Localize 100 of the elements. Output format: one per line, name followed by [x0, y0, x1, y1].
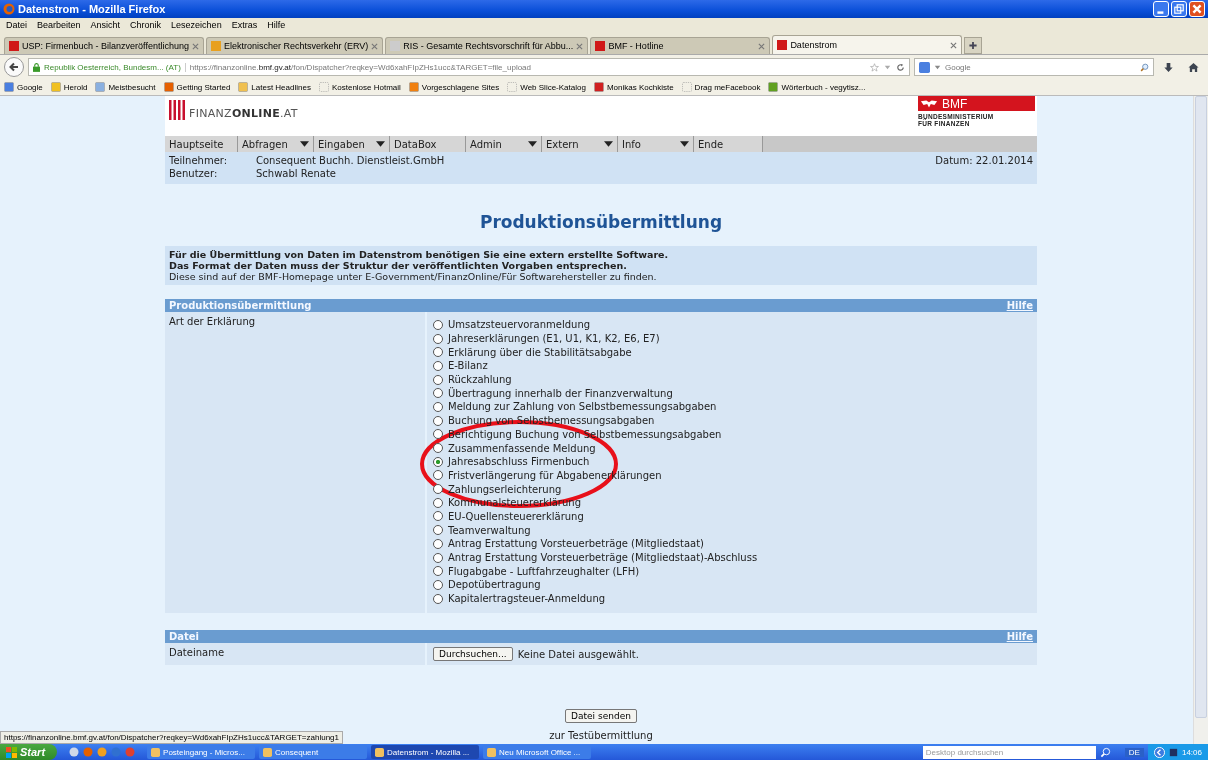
browser-tab[interactable]: Elektronischer Rechtsverkehr (ERV): [205, 37, 384, 54]
search-icon[interactable]: [1099, 746, 1111, 758]
radio-label[interactable]: Übertragung innerhalb der Finanzverwaltung: [448, 387, 673, 399]
address-field[interactable]: Republik Oesterreich, Bundesm... (AT) https://finanzonline.bmf.gv.at/fon/Dispatcher?reqkey=Wd6xahFIpZHs1ucc&TARGET=file_upload: [28, 58, 910, 76]
home-icon[interactable]: [1188, 61, 1199, 73]
radio-button[interactable]: [433, 443, 443, 454]
radio-button[interactable]: [433, 511, 443, 522]
back-button[interactable]: [4, 57, 24, 77]
scroll-thumb[interactable]: [1195, 96, 1207, 718]
bookmark-item[interactable]: Drag meFacebook: [681, 82, 761, 92]
close-icon[interactable]: [576, 42, 584, 50]
radio-label[interactable]: Jahreserklärungen (E1, U1, K1, K2, E6, E7): [448, 333, 660, 345]
browser-tab[interactable]: USP: Firmenbuch - Bilanzveröffentlichung: [4, 37, 204, 54]
menu-item[interactable]: Datei: [6, 20, 27, 30]
radio-button[interactable]: [433, 538, 443, 549]
browse-button[interactable]: Durchsuchen...: [433, 647, 513, 662]
radio-label[interactable]: Meldung zur Zahlung von Selbstbemessungsabgaben: [448, 401, 717, 413]
nav-menu-item[interactable]: Admin: [466, 136, 542, 152]
taskbar-item[interactable]: Consequent: [259, 745, 368, 759]
menu-item[interactable]: Lesezeichen: [171, 20, 222, 30]
radio-button[interactable]: [433, 593, 443, 604]
radio-label[interactable]: Flugabgabe - Luftfahrzeughalter (LFH): [448, 565, 640, 577]
nav-menu-item[interactable]: Extern: [542, 136, 618, 152]
reload-icon[interactable]: [896, 62, 905, 72]
close-icon[interactable]: [950, 41, 958, 49]
radio-button[interactable]: [433, 579, 443, 590]
bookmark-item[interactable]: Kostenlose Hotmail: [318, 82, 401, 92]
menu-item[interactable]: Bearbeiten: [37, 20, 81, 30]
taskbar-item[interactable]: Posteingang - Micros...: [147, 745, 256, 759]
radio-button[interactable]: [433, 497, 443, 508]
nav-menu-item[interactable]: Abfragen: [238, 136, 314, 152]
language-indicator[interactable]: DE: [1124, 747, 1144, 757]
bookmark-item[interactable]: Monikas Kochkiste: [593, 82, 674, 92]
browser-tab[interactable]: RIS - Gesamte Rechtsvorschrift für Abbu...: [385, 37, 589, 54]
radio-button[interactable]: [433, 429, 443, 440]
radio-label[interactable]: Teamverwaltung: [448, 524, 531, 536]
menu-item[interactable]: Ansicht: [90, 20, 121, 30]
send-button[interactable]: Datei senden: [565, 709, 637, 724]
download-icon[interactable]: [1163, 61, 1174, 73]
close-icon[interactable]: [758, 42, 766, 50]
search-box[interactable]: Google: [914, 58, 1154, 76]
star-icon[interactable]: [870, 62, 879, 72]
menu-item[interactable]: Extras: [231, 20, 258, 30]
radio-button[interactable]: [433, 388, 443, 399]
radio-button[interactable]: [433, 360, 443, 371]
nav-menu-item[interactable]: Ende: [694, 136, 763, 152]
nav-menu-item[interactable]: Hauptseite: [165, 136, 238, 152]
radio-label[interactable]: Antrag Erstattung Vorsteuerbeträge (Mitgliedstaat): [448, 538, 704, 550]
close-button[interactable]: [1189, 1, 1205, 17]
nav-menu-item[interactable]: DataBox: [390, 136, 466, 152]
close-icon[interactable]: [191, 42, 199, 50]
radio-button[interactable]: [433, 552, 443, 563]
taskbar-item[interactable]: Neu Microsoft Office ...: [483, 745, 592, 759]
new-tab-button[interactable]: [964, 37, 983, 54]
radio-button[interactable]: [433, 401, 443, 412]
bookmark-item[interactable]: Vorgeschlagene Sites: [408, 82, 500, 92]
radio-label[interactable]: Depotübertragung: [448, 579, 541, 591]
radio-label[interactable]: Antrag Erstattung Vorsteuerbeträge (Mitgliedstaat)-Abschluss: [448, 552, 758, 564]
start-button[interactable]: Start: [0, 744, 58, 760]
radio-label[interactable]: Umsatzsteuervoranmeldung: [448, 319, 591, 331]
radio-button[interactable]: [433, 347, 443, 358]
radio-button[interactable]: [433, 525, 443, 536]
bookmark-item[interactable]: Wörterbuch - vegytisz...: [768, 82, 866, 92]
radio-label[interactable]: Kapitalertragsteuer-Anmeldung: [448, 593, 606, 605]
radio-button[interactable]: [433, 374, 443, 385]
search-icon[interactable]: [1140, 62, 1149, 72]
test-link[interactable]: zur Testübermittlung: [549, 730, 653, 742]
bookmark-item[interactable]: Herold: [50, 82, 88, 92]
radio-button[interactable]: [433, 566, 443, 577]
close-icon[interactable]: [371, 42, 379, 50]
radio-button[interactable]: [433, 333, 443, 344]
radio-button[interactable]: [433, 415, 443, 426]
tray-icon[interactable]: [1167, 746, 1179, 758]
minimize-button[interactable]: [1153, 1, 1169, 17]
bookmark-item[interactable]: Latest Headlines: [238, 82, 311, 92]
bookmark-item[interactable]: Web Slice-Katalog: [507, 82, 586, 92]
radio-label[interactable]: Rückzahlung: [448, 374, 512, 386]
nav-menu-item[interactable]: Info: [618, 136, 694, 152]
browser-tab[interactable]: BMF - Hotline: [590, 37, 771, 54]
radio-label[interactable]: Zusammenfassende Meldung: [448, 442, 596, 454]
radio-button[interactable]: [433, 319, 443, 330]
radio-button[interactable]: [433, 470, 443, 481]
nav-menu-item[interactable]: Eingaben: [314, 136, 390, 152]
taskbar-item[interactable]: Datenstrom - Mozilla ...: [371, 745, 480, 759]
site-logo[interactable]: FINANZONLINE.AT: [189, 107, 298, 120]
menu-item[interactable]: Hilfe: [267, 20, 286, 30]
radio-label[interactable]: E-Bilanz: [448, 360, 488, 372]
restore-button[interactable]: [1171, 1, 1187, 17]
radio-label[interactable]: EU-Quellensteuererklärung: [448, 510, 584, 522]
radio-label[interactable]: Zahlungserleichterung: [448, 483, 562, 495]
menu-item[interactable]: Chronik: [130, 20, 162, 30]
bookmark-item[interactable]: Getting Started: [163, 82, 231, 92]
radio-label[interactable]: Jahresabschluss Firmenbuch: [448, 456, 590, 468]
bookmark-item[interactable]: Meistbesucht: [95, 82, 156, 92]
bookmark-item[interactable]: Google: [4, 82, 43, 92]
radio-button[interactable]: [433, 456, 443, 467]
browser-tab[interactable]: Datenstrom: [772, 35, 963, 54]
radio-label[interactable]: Erklärung über die Stabilitätsabgabe: [448, 346, 632, 358]
scrollbar[interactable]: [1193, 96, 1208, 744]
radio-button[interactable]: [433, 484, 443, 495]
